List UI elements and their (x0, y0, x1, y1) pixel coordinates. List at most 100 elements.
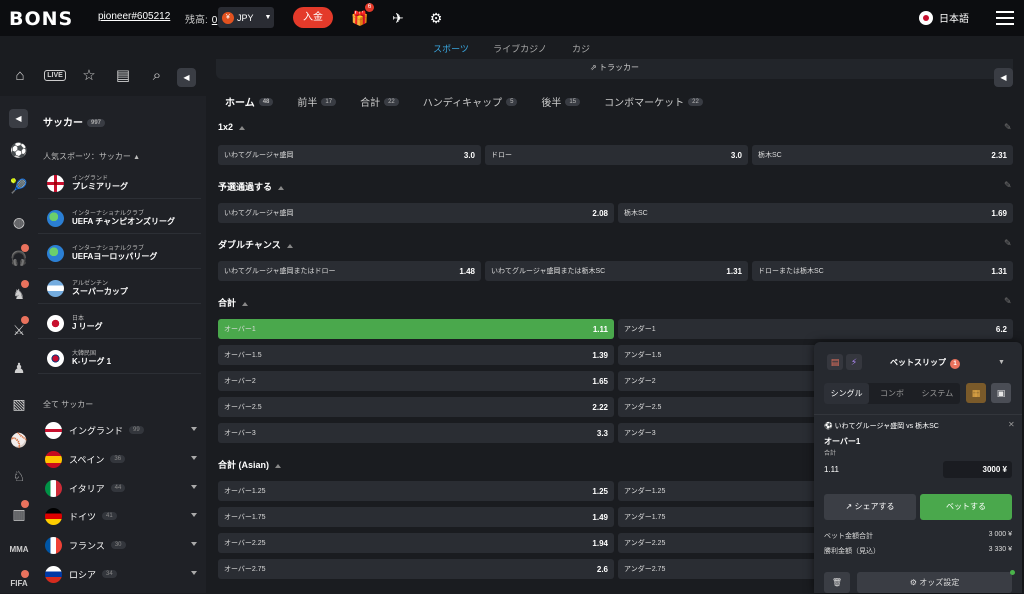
menu-icon[interactable] (996, 11, 1014, 25)
odds-button-selected[interactable]: オーバー1 1.11 (218, 319, 614, 339)
market-title[interactable]: 予選通過する (218, 180, 284, 193)
outcome-label: オーバー1 (224, 326, 256, 333)
odds-button[interactable]: アンダー1 6.2 (618, 319, 1013, 339)
basketball-icon[interactable]: ◍ (9, 212, 29, 232)
odds-button[interactable]: オーバー1.75 1.49 (218, 507, 614, 527)
cricket-icon[interactable]: ⚾ (9, 430, 29, 450)
betslip-icon[interactable]: ▤ (111, 64, 135, 88)
market-tab-home[interactable]: ホーム 48 (218, 94, 281, 109)
gift-icon[interactable]: ▣ (991, 383, 1011, 403)
odds-button[interactable]: いわてグルージャ盛岡またはドロー 1.48 (218, 261, 481, 281)
player-icon[interactable]: ♞ (9, 284, 29, 304)
betslip-title[interactable]: ベットスリップ 1 (890, 357, 960, 369)
odds-settings-button[interactable]: ⚙ オッズ設定 (857, 572, 1012, 593)
france-flag-icon (45, 536, 62, 554)
racing-icon[interactable]: ▧ (9, 394, 29, 414)
league-item[interactable]: アルゼンチン スーパーカップ (38, 273, 201, 304)
country-item[interactable]: イングランド 99 (38, 416, 201, 444)
chevron-down-icon[interactable]: ▼ (998, 359, 1005, 366)
odds-button[interactable]: オーバー1.5 1.39 (218, 345, 614, 365)
coupon-icon[interactable]: ▦ (966, 383, 986, 403)
pin-icon[interactable]: ✎ (1004, 122, 1012, 133)
odds-button[interactable]: オーバー3 3.3 (218, 423, 614, 443)
popular-header[interactable]: 人気スポーツ：サッカー ▲ (43, 151, 140, 162)
odds-button[interactable]: 栃木SC 2.31 (752, 145, 1013, 165)
country-item[interactable]: スペイン 36 (38, 445, 201, 473)
outcome-label: いわてグルージャ盛岡または栃木SC (491, 268, 606, 275)
live-icon[interactable]: LIVE (43, 64, 67, 88)
gift-icon[interactable]: 🎁 (351, 9, 369, 27)
market-title[interactable]: ダブルチャンス (218, 238, 293, 251)
balance-value[interactable]: 0 (212, 15, 218, 26)
rocket-icon[interactable]: ✈ (389, 9, 407, 27)
fifa-icon[interactable]: FIFA (9, 574, 29, 594)
settings-icon[interactable]: ⚙ (427, 9, 445, 27)
odds-button[interactable]: いわてグルージャ盛岡または栃木SC 1.31 (485, 261, 748, 281)
hockey-icon[interactable]: ⚔ (9, 320, 29, 340)
table-tennis-icon[interactable]: ▥ (9, 504, 29, 524)
odds-button[interactable]: オーバー2.5 2.22 (218, 397, 614, 417)
odds-button[interactable]: オーバー1.25 1.25 (218, 481, 614, 501)
rail-collapse-button[interactable]: ◀ (9, 109, 28, 128)
odds-button[interactable]: いわてグルージャ盛岡 3.0 (218, 145, 481, 165)
collapse-sidebar-button[interactable]: ◀ (177, 68, 196, 87)
country-item[interactable]: ドイツ 41 (38, 502, 201, 530)
odds-button[interactable]: オーバー2.25 1.94 (218, 533, 614, 553)
market-tab-first-half[interactable]: 前半 17 (289, 94, 344, 109)
search-icon[interactable]: ⌕ (145, 64, 169, 88)
bet-type-combo[interactable]: コンボ (869, 383, 914, 404)
pin-icon[interactable]: ✎ (1004, 296, 1012, 307)
share-button[interactable]: ↗ シェアする (824, 494, 916, 520)
language-select[interactable]: 日本語 (919, 10, 969, 25)
league-name: スーパーカップ (72, 287, 128, 296)
bet-type-system[interactable]: システム (915, 383, 960, 404)
league-item[interactable]: イングランド プレミアリーグ (38, 168, 201, 199)
remove-bet-icon[interactable]: ✕ (1008, 420, 1015, 429)
league-item[interactable]: インターナショナルクラブ UEFAヨーロッパリーグ (38, 238, 201, 269)
horse-icon[interactable]: ♘ (9, 466, 29, 486)
pin-icon[interactable]: ✎ (1004, 238, 1012, 249)
bet-type-single[interactable]: シングル (824, 383, 870, 404)
market-tab-combo[interactable]: コンボマーケット 22 (596, 94, 711, 109)
market-tab-handicap[interactable]: ハンディキャップ 5 (415, 94, 526, 109)
lightning-icon[interactable]: ⚡ (846, 354, 862, 370)
mma-icon[interactable]: MMA (9, 540, 29, 560)
deposit-button[interactable]: 入金 (293, 7, 333, 28)
right-panel-toggle[interactable]: ◀ (994, 68, 1013, 87)
star-icon[interactable]: ☆ (77, 64, 101, 88)
league-item[interactable]: 大韓民国 K-リーグ 1 (38, 343, 201, 374)
logo[interactable]: BONS (9, 8, 73, 30)
country-item[interactable]: イタリア 44 (38, 474, 201, 502)
odds-button[interactable]: いわてグルージャ盛岡 2.08 (218, 203, 614, 223)
receipt-icon[interactable]: ▤ (827, 354, 843, 370)
country-name: スペイン (69, 454, 105, 465)
home-icon[interactable]: ⌂ (8, 64, 32, 88)
place-bet-button[interactable]: ベットする (920, 494, 1012, 520)
market-tab-second-half[interactable]: 後半 15 (533, 94, 588, 109)
outcome-odds: 2.22 (592, 402, 608, 412)
league-item[interactable]: 日本 J リーグ (38, 308, 201, 339)
soccer-icon[interactable]: ⚽ (9, 140, 29, 160)
country-item[interactable]: ロシア 34 (38, 560, 201, 588)
odds-button[interactable]: 栃木SC 1.69 (618, 203, 1013, 223)
fencing-icon[interactable]: ♟ (9, 358, 29, 378)
currency-select[interactable]: ¥ JPY ▼ (218, 7, 274, 28)
potential-win-value: 3 330 ¥ (988, 546, 1012, 553)
pin-icon[interactable]: ✎ (1004, 180, 1012, 191)
market-title[interactable]: 合計 (218, 296, 248, 309)
esports-icon[interactable]: 🎧 (9, 248, 29, 268)
odds-button[interactable]: オーバー2.75 2.6 (218, 559, 614, 579)
username-link[interactable]: pioneer#605212 (98, 11, 170, 22)
odds-button[interactable]: オーバー2 1.65 (218, 371, 614, 391)
market-title[interactable]: 合計 (Asian) (218, 458, 281, 471)
trash-icon[interactable]: 🗑 (824, 572, 850, 593)
odds-button[interactable]: ドローまたは栃木SC 1.31 (752, 261, 1013, 281)
market-title[interactable]: 1x2 (218, 122, 245, 132)
stake-input[interactable]: 3000 ¥ (943, 461, 1012, 478)
market-tab-total[interactable]: 合計 22 (352, 94, 407, 109)
tennis-icon[interactable]: 🎾 (9, 176, 29, 196)
odds-button[interactable]: ドロー 3.0 (485, 145, 748, 165)
league-item[interactable]: インターナショナルクラブ UEFA チャンピオンズリーグ (38, 203, 201, 234)
country-item[interactable]: フランス 30 (38, 531, 201, 559)
tracker-bar[interactable]: ⇗ トラッカー (216, 59, 1013, 79)
